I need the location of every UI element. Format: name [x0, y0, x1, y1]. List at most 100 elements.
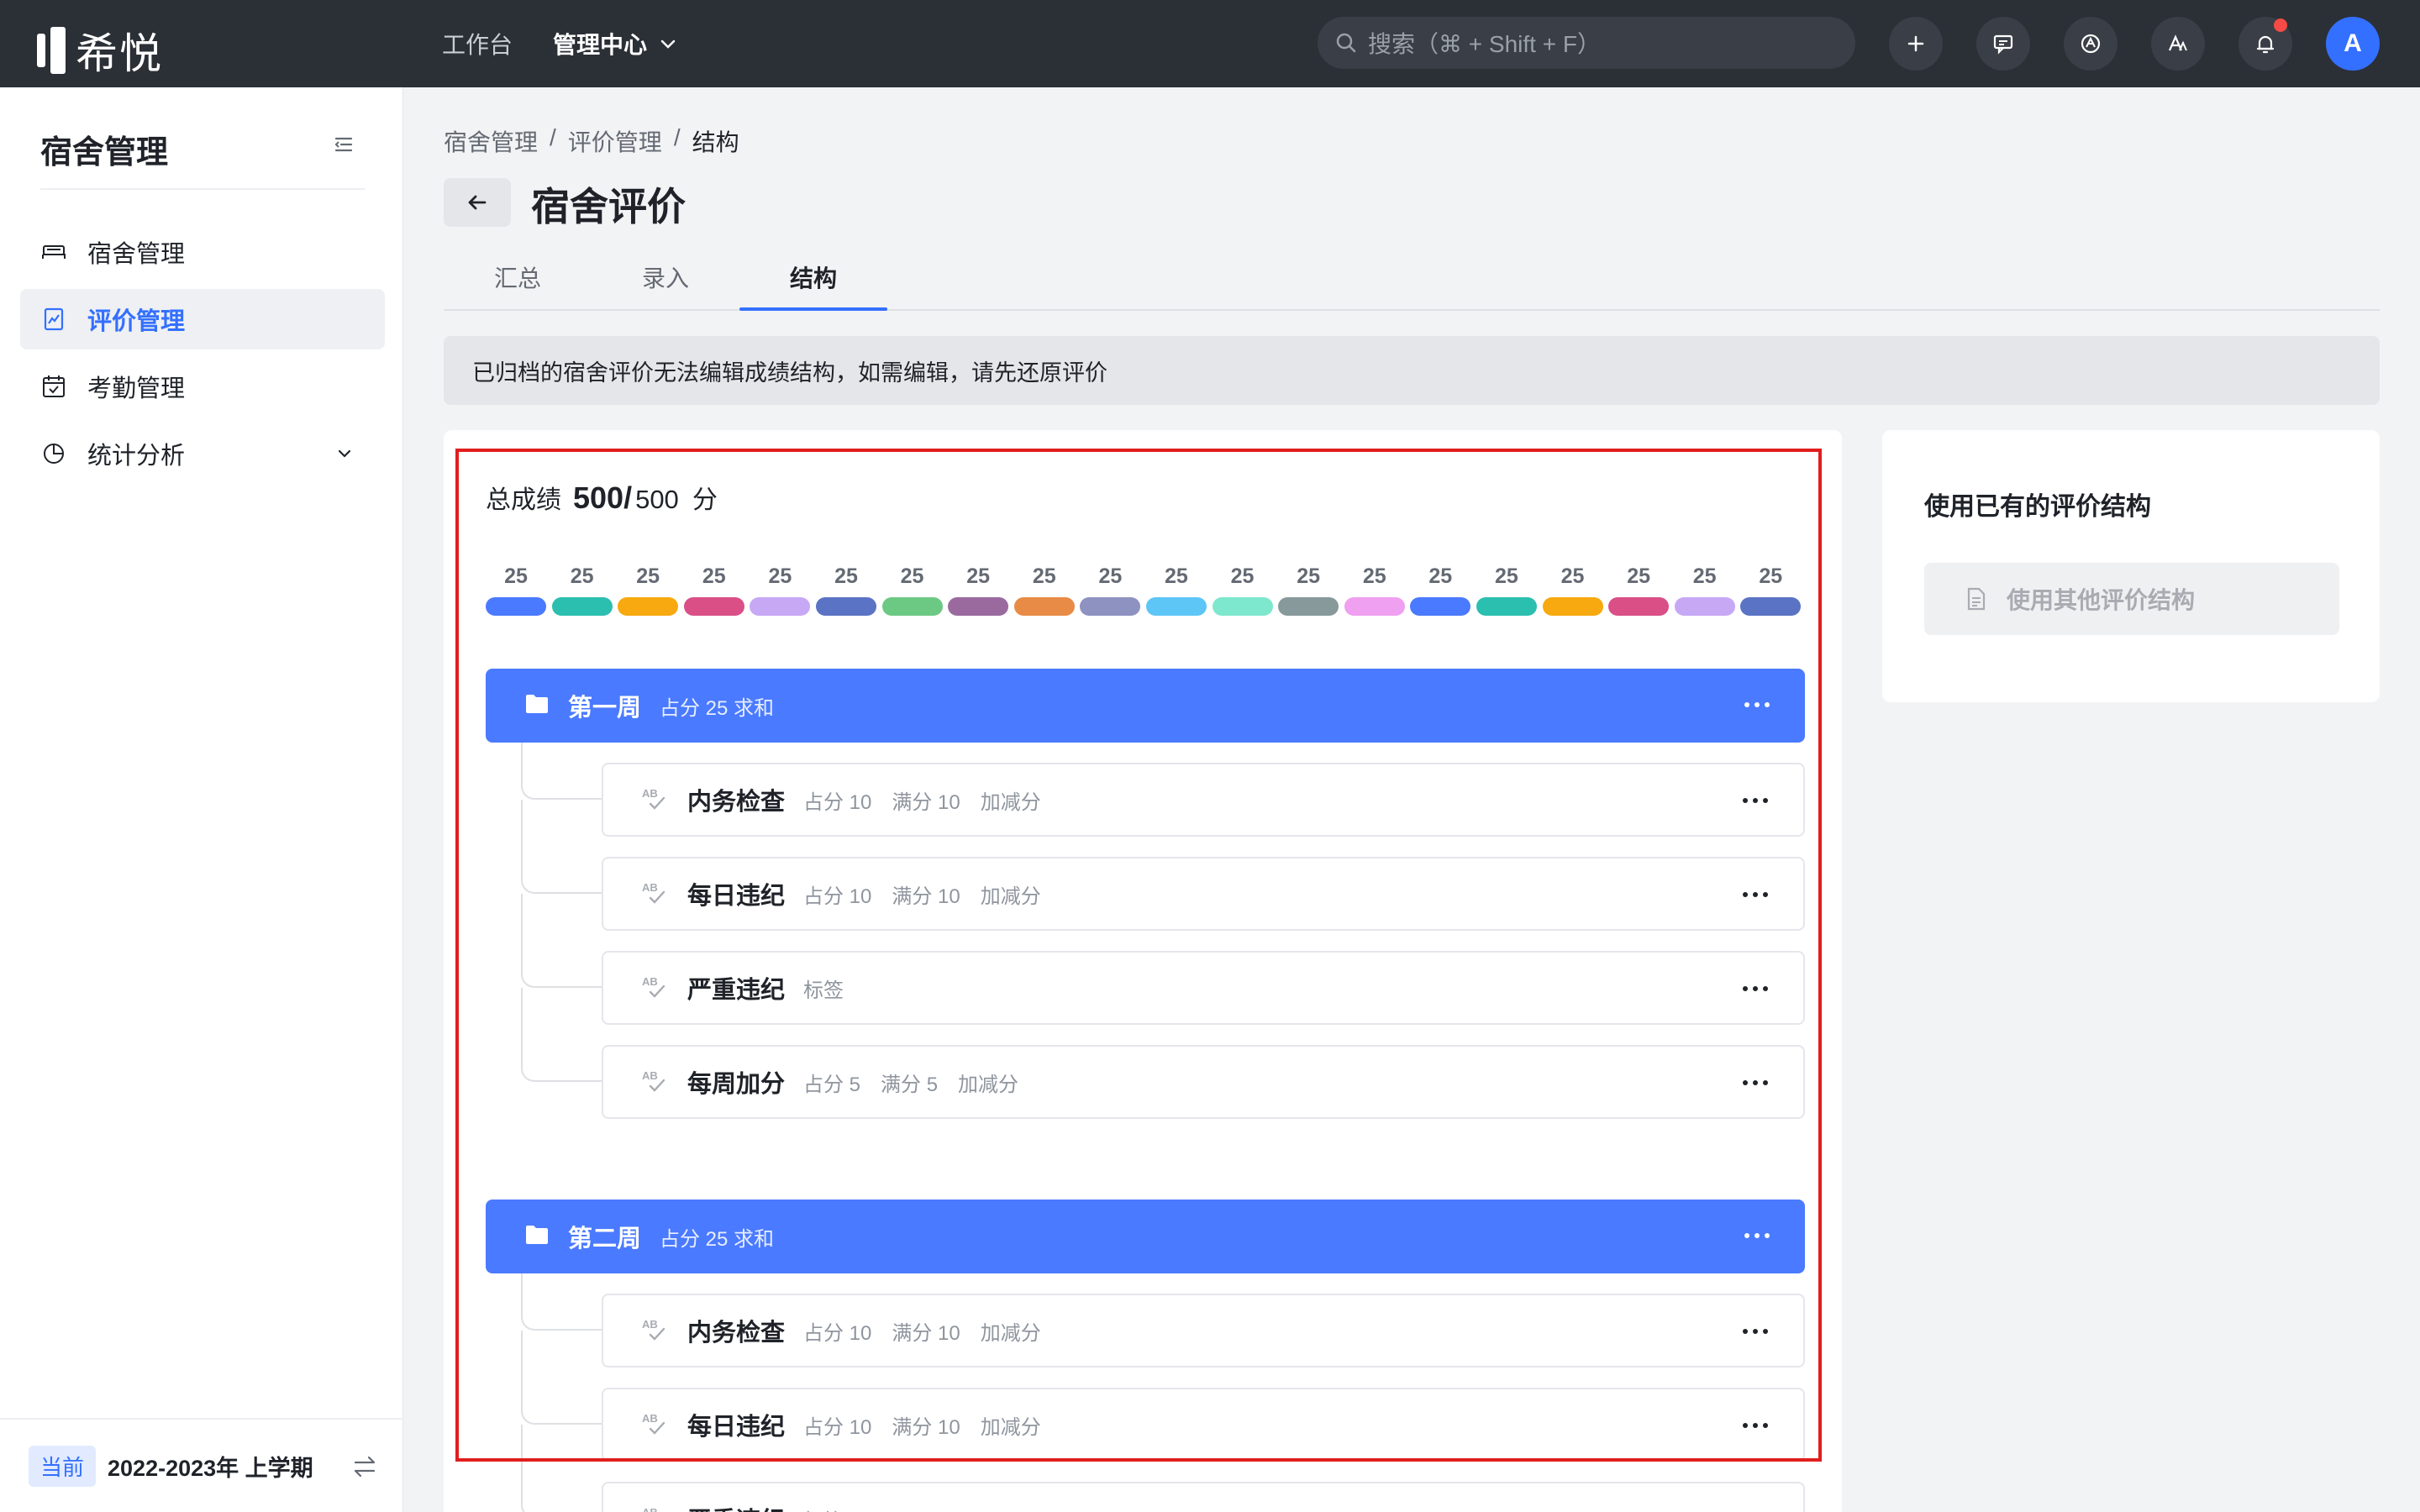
more-options-icon[interactable]: [1743, 1080, 1768, 1085]
segment-bar: [1013, 597, 1075, 616]
svg-text:AB: AB: [642, 1318, 658, 1331]
nav-workbench[interactable]: 工作台: [442, 27, 513, 60]
item-meta-tag: 占分 5: [803, 1073, 861, 1096]
notifications-button[interactable]: [2238, 17, 2292, 71]
item-meta-tag: 加减分: [958, 1073, 1019, 1096]
score-segment: 25: [1344, 564, 1405, 616]
evaluation-doc-icon: [44, 307, 64, 331]
add-button[interactable]: [1889, 17, 1943, 71]
item-meta-tag: 加减分: [980, 1415, 1041, 1439]
more-options-icon[interactable]: [1743, 798, 1768, 803]
group-title: 第一周: [568, 695, 642, 722]
back-button[interactable]: [444, 178, 511, 227]
more-options-icon[interactable]: [1743, 1423, 1768, 1428]
segment-value: 25: [834, 564, 858, 588]
item-meta: 标签: [803, 974, 844, 1003]
sidebar-menu: 宿舍管理 评价管理 考勤管理 统计分析: [20, 222, 385, 491]
chat-icon: [1993, 34, 2013, 55]
language-button[interactable]: [2151, 17, 2205, 71]
segment-bar: [551, 597, 613, 616]
segment-value: 25: [702, 564, 726, 588]
breadcrumb-item[interactable]: 评价管理: [568, 124, 662, 158]
score-segment: 25: [486, 564, 546, 616]
structure-item[interactable]: AB 每周加分 占分 5 满分 5 加减分: [602, 1045, 1805, 1119]
item-title: 每周加分: [687, 1071, 786, 1098]
total-label: 总成绩: [486, 486, 561, 514]
item-meta-tag: 满分 10: [892, 790, 960, 814]
app-center-button[interactable]: [2064, 17, 2118, 71]
term-selector[interactable]: 当前 2022-2023年 上学期: [0, 1418, 403, 1512]
structure-item[interactable]: AB 每日违纪 占分 10 满分 10 加减分: [602, 1388, 1805, 1462]
nav-admin-center[interactable]: 管理中心: [553, 27, 677, 60]
group-title: 第二周: [568, 1226, 642, 1252]
score-type-icon: AB: [640, 974, 669, 1002]
structure-item[interactable]: AB 每日违纪 占分 10 满分 10 加减分: [602, 857, 1805, 931]
score-segment: 25: [1674, 564, 1735, 616]
score-segment: 25: [1608, 564, 1670, 616]
segment-value: 25: [768, 564, 792, 588]
tab-structure[interactable]: 结构: [739, 252, 887, 311]
segment-value: 25: [570, 564, 594, 588]
structure-item[interactable]: AB 内务检查 占分 10 满分 10 加减分: [602, 763, 1805, 837]
use-other-structure-button[interactable]: 使用其他评价结构: [1924, 563, 2339, 635]
tab-summary[interactable]: 汇总: [444, 252, 592, 309]
score-segment: 25: [815, 564, 876, 616]
tree-connector: [521, 1331, 602, 1425]
item-title: 严重违纪: [687, 977, 786, 1004]
score-type-icon: AB: [640, 879, 669, 908]
sidebar-item-statistics[interactable]: 统计分析: [20, 423, 385, 484]
group-header[interactable]: 第二周 占分 25 求和: [486, 1200, 1805, 1273]
sidebar-item-dorm-management[interactable]: 宿舍管理: [20, 222, 385, 282]
total-value: 500/: [573, 480, 633, 515]
segment-value: 25: [1297, 564, 1321, 588]
font-size-icon: [2168, 34, 2187, 51]
score-segment: 25: [1278, 564, 1339, 616]
calendar-check-icon: [43, 375, 65, 397]
score-segment: 25: [948, 564, 1009, 616]
tree-connector: [521, 800, 602, 894]
item-meta: 标签: [803, 1504, 844, 1512]
group-meta: 占分 25 求和: [660, 696, 775, 720]
app-logo[interactable]: 希悦: [37, 20, 163, 81]
more-options-icon[interactable]: [1743, 892, 1768, 897]
segment-bar: [881, 597, 943, 616]
plus-icon: [1907, 35, 1924, 52]
sidebar-item-evaluation[interactable]: 评价管理: [20, 289, 385, 349]
term-text: 2022-2023年 上学期: [108, 1455, 313, 1481]
tab-entry[interactable]: 录入: [592, 252, 739, 309]
arrow-left-icon: [468, 195, 487, 210]
messages-button[interactable]: [1976, 17, 2030, 71]
sidebar-item-attendance[interactable]: 考勤管理: [20, 356, 385, 417]
breadcrumb-item[interactable]: 宿舍管理: [444, 124, 538, 158]
segment-value: 25: [1230, 564, 1255, 588]
structure-item[interactable]: AB严重违纪标签: [602, 1482, 1805, 1512]
more-options-icon[interactable]: [1744, 1233, 1770, 1238]
nav-admin-center-label: 管理中心: [553, 32, 648, 58]
group-header[interactable]: 第一周 占分 25 求和: [486, 669, 1805, 743]
segment-value: 25: [1560, 564, 1585, 588]
more-options-icon[interactable]: [1743, 986, 1768, 991]
collapse-sidebar-button[interactable]: [331, 133, 355, 160]
search-input[interactable]: 搜索（⌘ + Shift + F）: [1318, 17, 1855, 69]
total-unit: 分: [692, 486, 718, 514]
item-title: 每日违纪: [687, 883, 786, 910]
segment-bar: [750, 597, 811, 616]
user-avatar[interactable]: A: [2326, 17, 2380, 71]
segment-bar: [1542, 597, 1603, 616]
svg-text:AB: AB: [642, 1069, 658, 1082]
structure-item[interactable]: AB 严重违纪标签: [602, 951, 1805, 1025]
top-nav: 工作台 管理中心: [442, 0, 677, 87]
more-options-icon[interactable]: [1743, 1329, 1768, 1334]
tree-connector: [521, 988, 602, 1082]
top-actions: A: [1889, 17, 2380, 71]
existing-structure-card: 使用已有的评价结构 使用其他评价结构: [1882, 430, 2380, 702]
structure-item[interactable]: AB 内务检查 占分 10 满分 10 加减分: [602, 1294, 1805, 1368]
swap-icon[interactable]: [351, 1453, 378, 1480]
score-segment: 25: [1542, 564, 1603, 616]
segment-value: 25: [1165, 564, 1188, 588]
structure-card: 总成绩 500/ 500 分 25 25 25 25 25 25 25 25 25 25 25 25 2…: [444, 430, 1842, 1512]
document-icon: [1967, 587, 1986, 611]
total-score: 总成绩 500/ 500 分: [486, 479, 718, 516]
more-options-icon[interactable]: [1744, 702, 1770, 707]
tree-connector: [521, 1425, 602, 1512]
